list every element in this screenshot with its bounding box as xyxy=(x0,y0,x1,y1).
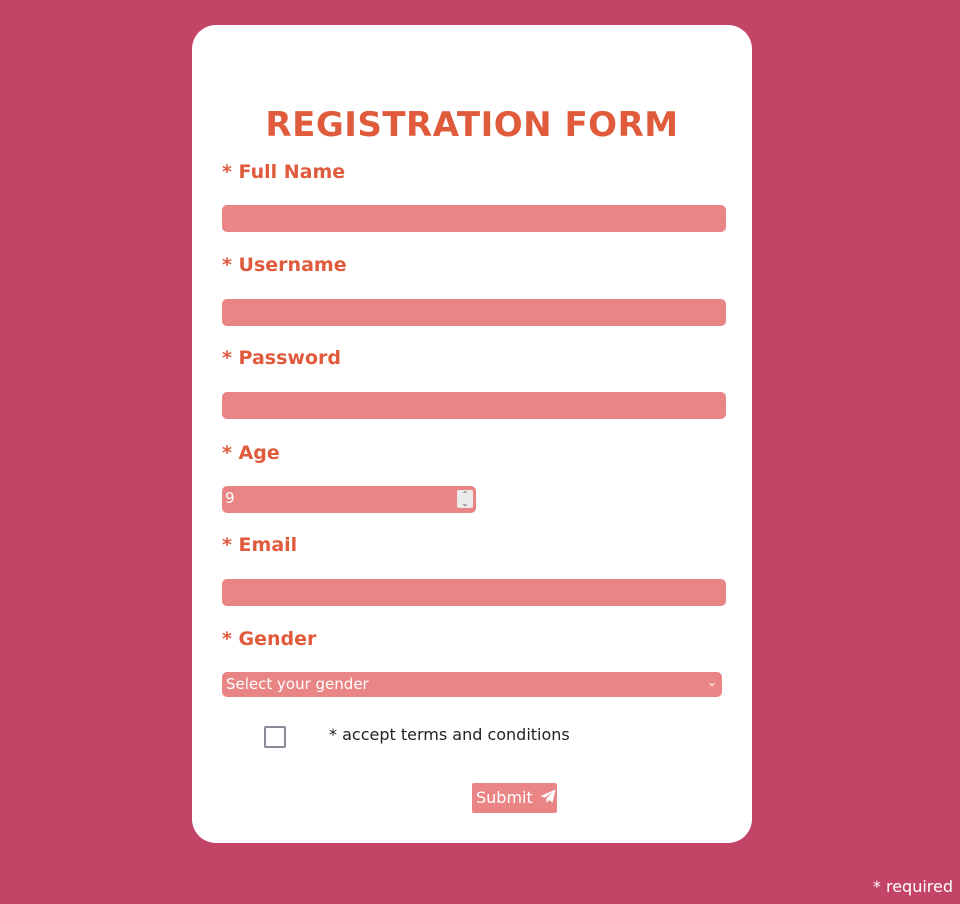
stepper-up-icon[interactable]: ⌃ xyxy=(457,490,473,499)
email-input[interactable] xyxy=(222,579,726,606)
gender-select[interactable]: Select your gender ⌄ xyxy=(222,672,722,697)
username-label: * Username xyxy=(222,254,347,276)
stepper-down-icon[interactable]: ⌄ xyxy=(457,499,473,508)
gender-selected-value: Select your gender xyxy=(226,675,369,693)
gender-label: * Gender xyxy=(222,628,317,650)
email-label: * Email xyxy=(222,534,298,556)
password-input[interactable] xyxy=(222,392,726,419)
paper-plane-icon xyxy=(540,784,556,814)
full-name-label: * Full Name xyxy=(222,161,346,183)
full-name-input[interactable] xyxy=(222,205,726,232)
password-label: * Password xyxy=(222,347,341,369)
age-label: * Age xyxy=(222,442,280,464)
registration-card: Registration Form * Full Name * Username… xyxy=(192,25,752,843)
age-value: 9 xyxy=(225,489,235,507)
required-note: * required xyxy=(872,877,953,896)
age-stepper[interactable]: ⌃ ⌄ xyxy=(457,490,473,508)
form-title: Registration Form xyxy=(265,105,679,145)
submit-label: Submit xyxy=(476,788,533,807)
terms-checkbox[interactable] xyxy=(264,726,286,748)
chevron-down-icon: ⌄ xyxy=(706,675,717,689)
submit-button[interactable]: Submit xyxy=(472,783,557,813)
age-input[interactable]: 9 ⌃ ⌄ xyxy=(222,486,476,513)
terms-label: * accept terms and conditions xyxy=(329,725,570,744)
username-input[interactable] xyxy=(222,299,726,326)
